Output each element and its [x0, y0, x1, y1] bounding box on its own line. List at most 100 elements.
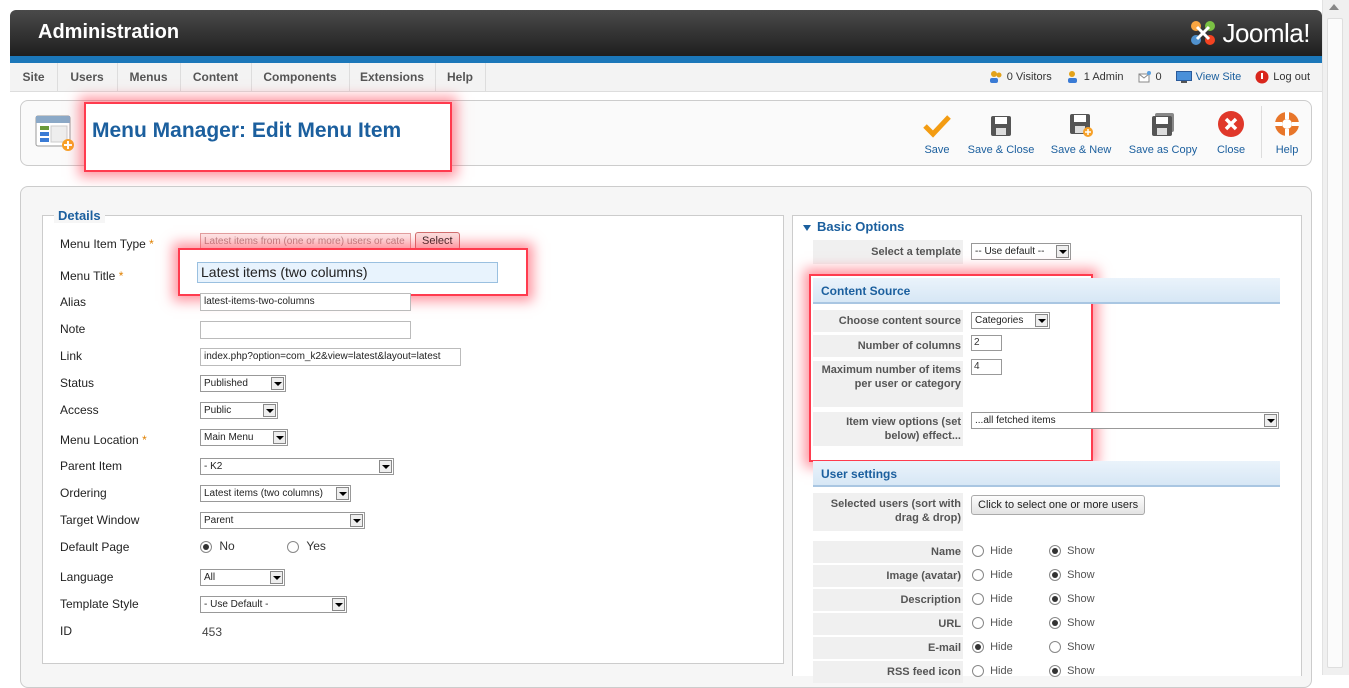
- joomla-logo-icon: [1191, 21, 1216, 45]
- messages-icon: [1138, 71, 1151, 83]
- content-source-head: Content Source: [813, 278, 1280, 304]
- radio-icon[interactable]: [1049, 569, 1061, 582]
- template-style-label: Template Style: [60, 597, 139, 611]
- hide-option[interactable]: Hide: [972, 641, 1013, 654]
- hide-option[interactable]: Hide: [972, 593, 1013, 606]
- logout-link[interactable]: Log out: [1255, 70, 1310, 84]
- default-page-label: Default Page: [60, 540, 130, 554]
- menu-menus[interactable]: Menus: [117, 63, 181, 91]
- status-select[interactable]: Published: [200, 375, 286, 392]
- toolbar-separator: [1261, 106, 1262, 158]
- save-copy-button[interactable]: Save as Copy: [1126, 110, 1200, 160]
- radio-icon[interactable]: [1049, 665, 1061, 678]
- num-columns-input[interactable]: 2: [971, 335, 1002, 351]
- logout-icon: [1255, 70, 1269, 84]
- expand-triangle-icon: [803, 224, 811, 231]
- hide-option[interactable]: Hide: [972, 665, 1013, 678]
- visitors-count: 0 Visitors: [1006, 71, 1052, 83]
- menu-location-label: Menu Location *: [60, 433, 147, 447]
- close-icon: [1218, 111, 1244, 137]
- menu-help[interactable]: Help: [435, 63, 486, 91]
- menu-components[interactable]: Components: [251, 63, 350, 91]
- toggle-label: Image (avatar): [813, 565, 963, 587]
- language-label: Language: [60, 570, 114, 584]
- item-view-label: Item view options (set below) effect...: [813, 412, 963, 446]
- user-settings-head: User settings: [813, 461, 1280, 487]
- hide-option[interactable]: Hide: [972, 545, 1013, 558]
- help-button[interactable]: Help: [1270, 110, 1304, 160]
- default-no-option[interactable]: No: [200, 539, 235, 553]
- radio-icon[interactable]: [972, 545, 984, 558]
- choose-source-label: Choose content source: [813, 310, 963, 332]
- chevron-down-icon: [332, 598, 345, 611]
- note-input[interactable]: [200, 321, 411, 339]
- radio-icon[interactable]: [1049, 545, 1061, 558]
- chevron-down-icon: [1035, 314, 1048, 327]
- radio-icon[interactable]: [1049, 593, 1061, 606]
- show-option[interactable]: Show: [1049, 593, 1095, 606]
- language-select[interactable]: All: [200, 569, 285, 586]
- close-button[interactable]: Close: [1212, 110, 1250, 160]
- link-input[interactable]: index.php?option=com_k2&view=latest&layo…: [200, 348, 461, 366]
- id-value: 453: [202, 625, 223, 639]
- menu-item-type-label: Menu Item Type *: [60, 237, 154, 251]
- scroll-up-icon[interactable]: [1329, 4, 1339, 10]
- menu-extensions[interactable]: Extensions: [349, 63, 436, 91]
- logout-label[interactable]: Log out: [1273, 71, 1310, 83]
- radio-icon[interactable]: [972, 665, 984, 678]
- default-yes-option[interactable]: Yes: [287, 539, 326, 553]
- content-source-select[interactable]: Categories: [971, 312, 1050, 329]
- radio-selected-icon[interactable]: [200, 540, 212, 553]
- ordering-select[interactable]: Latest items (two columns): [200, 485, 351, 502]
- main-menubar: Site Users Menus Content Components Exte…: [10, 63, 1322, 92]
- target-window-select[interactable]: Parent: [200, 512, 365, 529]
- joomla-logo[interactable]: Joomla!: [1188, 17, 1310, 49]
- save-new-button[interactable]: Save & New: [1049, 110, 1113, 160]
- parent-item-select[interactable]: - K2: [200, 458, 394, 475]
- messages-count: 0: [1155, 71, 1162, 83]
- save-close-button[interactable]: Save & Close: [966, 110, 1036, 160]
- menu-content[interactable]: Content: [180, 63, 252, 91]
- radio-icon[interactable]: [1049, 641, 1061, 654]
- show-option[interactable]: Show: [1049, 569, 1095, 582]
- scrollbar-thumb[interactable]: [1327, 18, 1343, 668]
- view-site-label[interactable]: View Site: [1196, 71, 1242, 83]
- select-template-select[interactable]: -- Use default --: [971, 243, 1071, 260]
- template-style-select[interactable]: - Use Default -: [200, 596, 347, 613]
- alias-input[interactable]: latest-items-two-columns: [200, 293, 411, 311]
- chevron-down-icon: [1056, 245, 1069, 258]
- show-option[interactable]: Show: [1049, 545, 1095, 558]
- max-items-label: Maximum number of items per user or cate…: [813, 361, 963, 407]
- vertical-scrollbar[interactable]: [1322, 0, 1349, 675]
- help-lifebuoy-icon: [1275, 112, 1299, 136]
- page-title: Menu Manager: Edit Menu Item: [92, 119, 402, 142]
- radio-icon[interactable]: [972, 569, 984, 582]
- select-users-button[interactable]: Click to select one or more users: [971, 495, 1146, 515]
- chevron-down-icon: [271, 377, 284, 390]
- menu-location-select[interactable]: Main Menu: [200, 429, 288, 446]
- menu-site[interactable]: Site: [10, 63, 58, 91]
- hide-option[interactable]: Hide: [972, 569, 1013, 582]
- show-option[interactable]: Show: [1049, 617, 1095, 630]
- show-option[interactable]: Show: [1049, 665, 1095, 678]
- radio-icon[interactable]: [972, 593, 984, 606]
- menu-users[interactable]: Users: [57, 63, 118, 91]
- menu-title-input[interactable]: Latest items (two columns): [197, 262, 498, 283]
- max-items-input[interactable]: 4: [971, 359, 1002, 375]
- item-view-select[interactable]: ...all fetched items: [971, 412, 1279, 429]
- access-select[interactable]: Public: [200, 402, 278, 419]
- radio-icon[interactable]: [287, 540, 299, 553]
- basic-options-toggle[interactable]: Basic Options: [803, 219, 904, 234]
- link-label: Link: [60, 349, 83, 363]
- radio-icon[interactable]: [1049, 617, 1061, 630]
- monitor-icon: [1175, 71, 1192, 83]
- show-option[interactable]: Show: [1049, 641, 1095, 654]
- view-site-link[interactable]: View Site: [1175, 71, 1242, 83]
- chevron-down-icon: [270, 571, 283, 584]
- radio-icon[interactable]: [972, 617, 984, 630]
- save-button[interactable]: Save: [918, 110, 956, 160]
- messages-status[interactable]: 0: [1138, 70, 1162, 84]
- save-new-icon: [1070, 114, 1093, 137]
- radio-icon[interactable]: [972, 641, 984, 654]
- hide-option[interactable]: Hide: [972, 617, 1013, 630]
